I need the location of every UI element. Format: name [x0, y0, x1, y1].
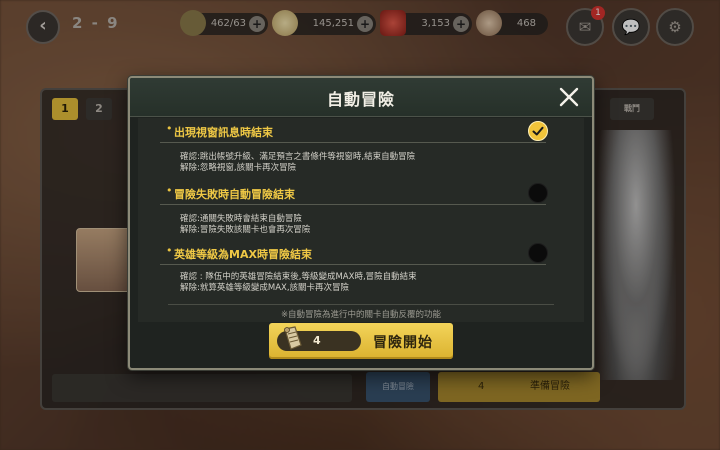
bullet-icon: •	[166, 122, 173, 135]
divider	[168, 304, 554, 305]
footnote: ※自動冒險為進行中的關卡自動反覆的功能	[280, 310, 442, 320]
bullet-icon: •	[166, 184, 173, 197]
ticket-icon	[284, 326, 302, 350]
option-description: 確認:通關失敗時會結束自動冒險 解除:冒險失敗該關卡也會再次冒險	[180, 214, 311, 235]
check-icon	[532, 126, 544, 136]
ticket-count: 4	[313, 334, 321, 347]
close-button[interactable]	[556, 84, 582, 110]
option-label: 冒險失敗時自動冒險結束	[174, 188, 295, 201]
close-icon	[559, 87, 579, 107]
start-adventure-button[interactable]: 4 冒險開始	[269, 323, 453, 359]
bullet-icon: •	[166, 244, 173, 257]
start-adventure-label: 冒險開始	[373, 335, 433, 351]
option-checkbox-hero-max-level[interactable]	[528, 243, 548, 263]
dialog-header: 自動冒險	[130, 78, 592, 117]
option-description: 確認 : 隊伍中的英雄冒險結束後,等級變成MAX時,冒險自動結束 解除:就算英雄…	[180, 272, 417, 293]
option-description: 確認:跳出帳號升級、滿足預言之書條件等視窗時,結束自動冒險 解除:忽略視窗,該關…	[180, 152, 416, 173]
option-row-adventure-failed: • 冒險失敗時自動冒險結束	[160, 182, 548, 205]
ticket-counter: 4	[277, 326, 361, 351]
option-checkbox-window-message[interactable]	[528, 121, 548, 141]
auto-adventure-dialog: 自動冒險 • 出現視窗訊息時結束 確認:跳出帳號升級、滿足預言之書條件等視窗時,…	[128, 76, 594, 370]
option-label: 英雄等級為MAX時冒險結束	[174, 248, 312, 261]
option-checkbox-adventure-failed[interactable]	[528, 183, 548, 203]
option-row-hero-max-level: • 英雄等級為MAX時冒險結束	[160, 242, 548, 265]
option-row-window-message: • 出現視窗訊息時結束	[160, 120, 548, 143]
dialog-title: 自動冒險	[326, 90, 395, 109]
option-label: 出現視窗訊息時結束	[174, 126, 273, 139]
